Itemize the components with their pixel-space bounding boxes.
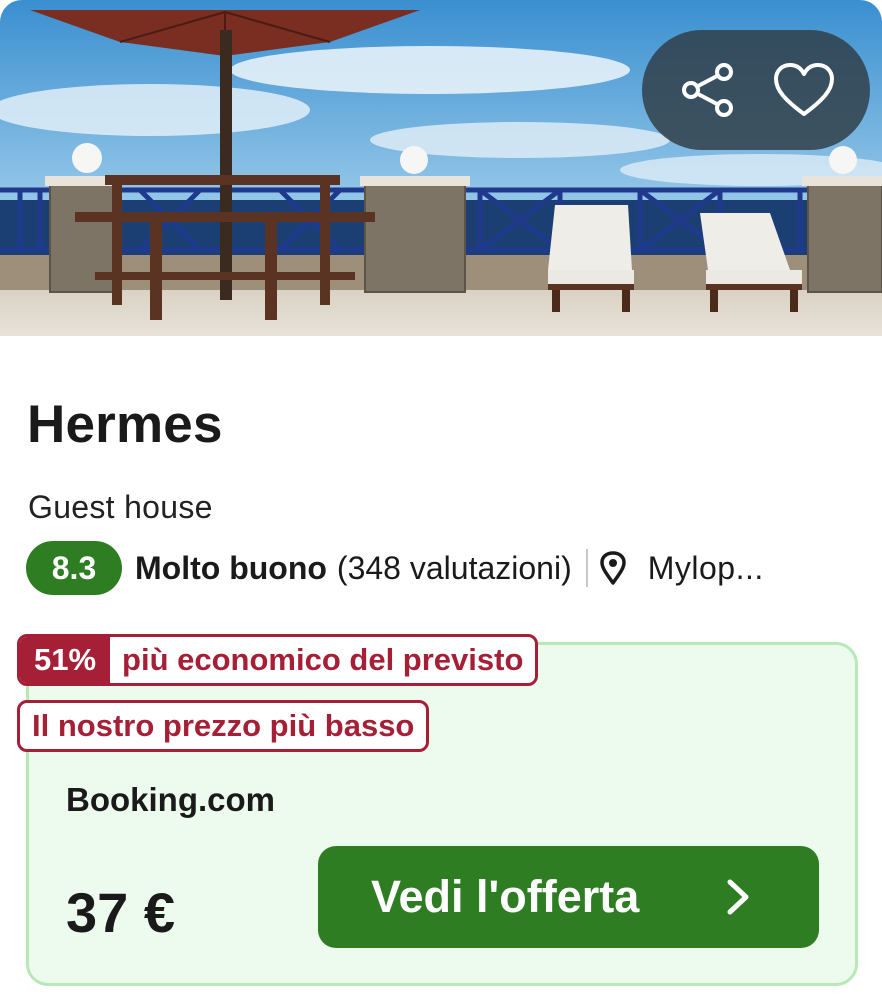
rating-count: (348 valutazioni) xyxy=(336,549,572,586)
photo-actions xyxy=(642,30,870,150)
share-button[interactable] xyxy=(666,48,750,132)
share-icon xyxy=(682,63,733,117)
hotel-photo[interactable] xyxy=(0,0,882,336)
favorite-button[interactable] xyxy=(762,48,846,132)
hotel-name: Hermes xyxy=(27,395,223,454)
deal-badge: 51% più economico del previsto xyxy=(17,634,539,686)
location-pin-icon xyxy=(599,551,626,585)
deal-percent: 51% xyxy=(20,637,111,683)
view-offer-button[interactable]: Vedi l'offerta xyxy=(318,846,819,948)
hotel-card[interactable]: Hermes Guest house 8.3 Molto buono (348 … xyxy=(0,0,882,1002)
deal-text: più economico del previsto xyxy=(122,642,524,677)
location-text[interactable]: Mylop... xyxy=(648,550,764,587)
view-offer-label: Vedi l'offerta xyxy=(371,871,640,922)
accommodation-type: Guest house xyxy=(28,489,213,525)
rating-word: Molto buono xyxy=(135,549,327,586)
lowest-price-badge: Il nostro prezzo più basso xyxy=(17,700,430,752)
heart-icon xyxy=(774,63,834,116)
rating-row: 8.3 Molto buono (348 valutazioni) Mylop.… xyxy=(26,541,876,595)
provider-name: Booking.com xyxy=(66,781,276,818)
score-badge: 8.3 xyxy=(26,541,122,595)
chevron-right-icon xyxy=(727,879,749,915)
divider xyxy=(585,549,588,587)
price: 37 € xyxy=(66,881,175,944)
